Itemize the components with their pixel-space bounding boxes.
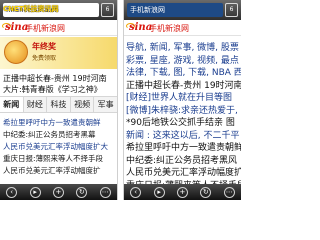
news-link[interactable]: 导航, 新闻, 军事, 微博, 股票 — [126, 40, 239, 53]
add-icon[interactable]: + — [176, 186, 188, 198]
news-link[interactable]: 彩票, 星座, 游戏, 视频, 最点 — [126, 53, 239, 66]
news-link[interactable]: 新闻 : 这来这以后, 不二千平 — [126, 128, 239, 141]
news-item[interactable]: 重庆日报:薄熙来等人不择手段 — [3, 153, 103, 164]
url-field[interactable]: 手机新浪网 — [127, 3, 223, 17]
news-link[interactable]: 希拉里呼吁中方一致遣责朝鲜 — [126, 140, 241, 153]
news-item[interactable]: 中纪委:纠正公务员招考黑幕 — [3, 129, 96, 140]
news-link[interactable]: [财经]世界人就在升目等图 — [126, 90, 232, 103]
news-item[interactable]: 人民币兑美元汇率浮动幅度扩大 — [3, 141, 108, 152]
headline-link[interactable]: 正播中超长春-贵州 19时河南 — [3, 73, 107, 84]
back-icon[interactable]: ‹ — [6, 186, 18, 198]
menu-icon[interactable]: ⋯ — [99, 186, 111, 198]
news-item[interactable]: 希拉里呼吁中方一致遣责朝鲜 — [3, 117, 101, 128]
tab-tech[interactable]: 科技 — [47, 97, 71, 112]
promo-banner[interactable]: 年终奖 免费领取 — [0, 37, 117, 69]
news-link[interactable]: 中纪委:纠正公务员招考黑风 — [126, 153, 237, 166]
promo-subtitle: 免费领取 — [32, 55, 57, 62]
play-icon[interactable]: ▸ — [153, 186, 165, 198]
tab-news[interactable]: 新闻 — [0, 97, 24, 112]
gift-icon — [4, 40, 28, 64]
menu-icon[interactable]: ⋯ — [223, 186, 235, 198]
tab-finance[interactable]: 财经 — [24, 97, 48, 112]
site-header: sina 手机新浪网 — [124, 20, 241, 36]
channel-nav: 新闻 财经 科技 视频 军事 — [0, 96, 117, 113]
news-link[interactable]: *90后地铁公交抓手结亲 图 — [126, 115, 235, 128]
news-link[interactable]: 正播中超长春-贵州 19时河南 — [126, 78, 241, 91]
browser-toolbar: ‹ ▸ + ↻ ⋯ — [124, 184, 241, 200]
refresh-icon[interactable]: ↻ — [76, 186, 88, 198]
address-bar: finance.sina.cn CNET科技资讯网 6 — [0, 0, 117, 20]
right-phone-screen: 手机新浪网 6 sina 手机新浪网 导航, 新闻, 军事, 微博, 股票 彩票,… — [123, 0, 241, 200]
promo-title: 年终奖 — [32, 42, 56, 51]
tabs-button[interactable]: 6 — [101, 3, 114, 17]
play-icon[interactable]: ▸ — [29, 186, 41, 198]
browser-toolbar: ‹ ▸ + ↻ ⋯ — [0, 184, 117, 200]
tab-military[interactable]: 军事 — [94, 97, 117, 112]
address-bar: 手机新浪网 6 — [124, 0, 241, 20]
watermark: CNET科技资讯网 — [3, 5, 59, 13]
news-item[interactable]: 人民币兑美元汇率浮动幅度扩 — [3, 165, 101, 176]
news-link[interactable]: 法律, 下载, 图, 下载, NBA 西,谭 — [126, 65, 241, 78]
back-icon[interactable]: ‹ — [130, 186, 142, 198]
site-name: 手机新浪网 — [149, 24, 189, 33]
refresh-icon[interactable]: ↻ — [200, 186, 212, 198]
tab-video[interactable]: 视频 — [71, 97, 95, 112]
left-phone-screen: finance.sina.cn CNET科技资讯网 6 sina 手机新浪网 年… — [0, 0, 118, 200]
add-icon[interactable]: + — [52, 186, 64, 198]
news-link[interactable]: 人民币兑美元汇率浮动幅度扩大 — [126, 165, 241, 178]
headline-link[interactable]: 大片:韩青春版《学习之神》 — [3, 84, 102, 95]
tabs-button[interactable]: 6 — [225, 3, 238, 17]
news-link[interactable]: [微博]朱梓骁:求亲还热爱于, 图 — [126, 103, 241, 116]
site-name: 手机新浪网 — [25, 24, 65, 33]
site-header: sina 手机新浪网 — [0, 20, 117, 36]
